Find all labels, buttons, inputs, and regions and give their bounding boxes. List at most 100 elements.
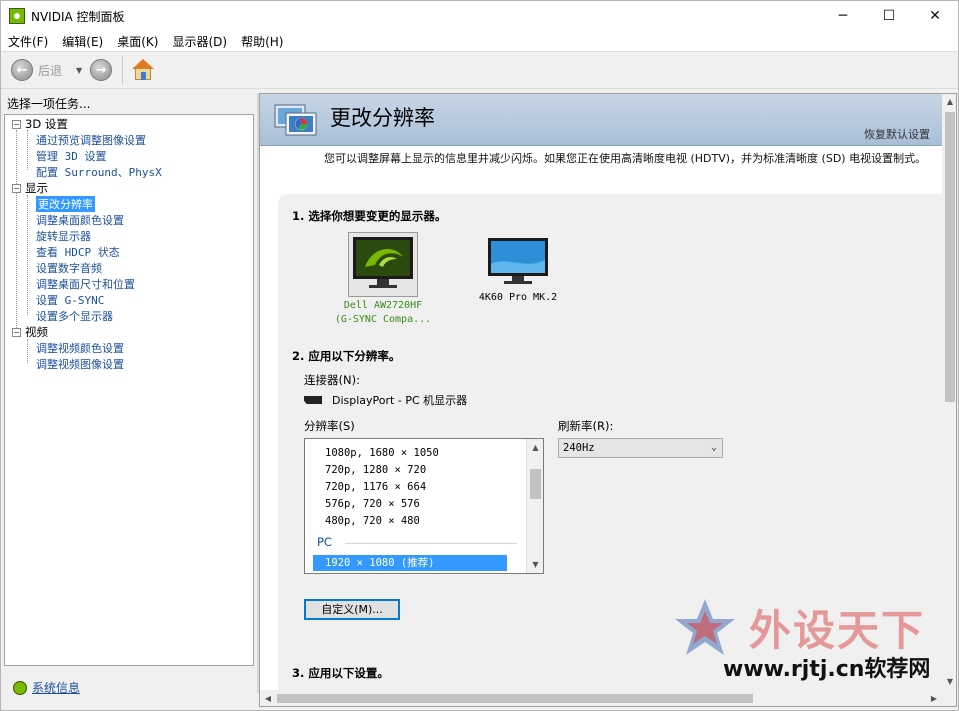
arrow-left-icon: ←	[11, 59, 33, 81]
minimize-button[interactable]: ─	[820, 1, 866, 31]
collapse-icon[interactable]: −	[12, 119, 21, 129]
monitor-selection-frame	[348, 232, 418, 297]
category-label: 3D 设置	[25, 117, 68, 131]
tree-item[interactable]: 调整桌面颜色设置	[36, 212, 124, 228]
menu-display[interactable]: 显示器(D)	[165, 33, 234, 50]
scroll-up-icon[interactable]: ▲	[527, 439, 543, 456]
collapse-icon[interactable]: −	[12, 327, 21, 337]
toolbar-separator	[122, 56, 124, 84]
tree-item-label[interactable]: 通过预览调整图像设置	[36, 132, 146, 148]
menu-help[interactable]: 帮助(H)	[234, 33, 290, 50]
restore-defaults-link[interactable]: 恢复默认设置	[864, 126, 930, 142]
tree-item-label[interactable]: 调整视频图像设置	[36, 356, 124, 372]
scroll-down-icon[interactable]: ▼	[942, 674, 956, 690]
system-info-icon	[13, 680, 27, 695]
resolution-option[interactable]: 1080p, 1680 × 1050	[325, 447, 439, 459]
monitor-caption: Dell AW2720HF	[343, 300, 423, 311]
back-button[interactable]: ← 后退	[11, 59, 62, 81]
tree-item[interactable]: 设置数字音频	[36, 260, 102, 276]
resolution-option[interactable]: 480p, 720 × 480	[325, 515, 420, 527]
tree-item[interactable]: 调整视频颜色设置	[36, 340, 124, 356]
page-title: 更改分辨率	[330, 106, 435, 130]
collapse-icon[interactable]: −	[12, 183, 21, 193]
refresh-rate-label: 刷新率(R):	[558, 419, 614, 433]
resolution-option-selected[interactable]: 1920 × 1080 (推荐)	[313, 555, 507, 571]
toolbar: ← 后退 ▼ →	[1, 51, 958, 89]
monitor-caption: 4K60 Pro MK.2	[478, 292, 558, 303]
tree-item[interactable]: 调整桌面尺寸和位置	[36, 276, 135, 292]
tree-item-label[interactable]: 更改分辨率	[36, 196, 95, 212]
monitor-4k60[interactable]: 4K60 Pro MK.2	[470, 236, 566, 303]
tree-item-label[interactable]: 设置 G-SYNC	[36, 292, 104, 308]
connector-value: DisplayPort - PC 机显示器	[304, 392, 467, 408]
menu-file[interactable]: 文件(F)	[1, 33, 55, 50]
scroll-down-icon[interactable]: ▼	[527, 556, 543, 573]
tree-item-label[interactable]: 调整桌面颜色设置	[36, 212, 124, 228]
chevron-down-icon: ⌄	[710, 442, 717, 453]
tree-category-video[interactable]: − 视频	[5, 324, 48, 340]
resolution-option[interactable]: 576p, 720 × 576	[325, 498, 420, 510]
home-icon[interactable]	[131, 58, 155, 82]
tree-item[interactable]: 调整视频图像设置	[36, 356, 124, 372]
customize-button[interactable]: 自定义(M)...	[304, 599, 400, 620]
page-vertical-scrollbar[interactable]: ▲ ▼	[942, 94, 956, 690]
menu-edit[interactable]: 编辑(E)	[55, 33, 110, 50]
refresh-rate-value: 240Hz	[563, 442, 595, 454]
scroll-thumb[interactable]	[530, 469, 541, 499]
tree-item[interactable]: 旋转显示器	[36, 228, 91, 244]
tree-item-label[interactable]: 查看 HDCP 状态	[36, 244, 120, 260]
window-title: NVIDIA 控制面板	[31, 9, 125, 24]
main-content: 更改分辨率 恢复默认设置 您可以调整屏幕上显示的信息里并减少闪烁。如果您正在使用…	[259, 93, 957, 707]
page-horizontal-scrollbar[interactable]: ◀ ▶	[260, 690, 956, 706]
task-heading: 选择一项任务...	[7, 97, 91, 111]
displayport-icon	[304, 396, 322, 404]
tree-item-label[interactable]: 调整桌面尺寸和位置	[36, 276, 135, 292]
tree-item[interactable]: 设置 G-SYNC	[36, 292, 104, 308]
scroll-right-icon[interactable]: ▶	[926, 690, 942, 706]
back-label: 后退	[38, 63, 63, 78]
tree-item[interactable]: 通过预览调整图像设置	[36, 132, 146, 148]
refresh-rate-select[interactable]: 240Hz ⌄	[558, 438, 723, 458]
resolution-option[interactable]: 720p, 1280 × 720	[325, 464, 426, 476]
arrow-right-icon[interactable]: →	[90, 59, 113, 81]
section-select-display: 1. 选择你想要变更的显示器。	[292, 209, 447, 223]
close-button[interactable]: ✕	[912, 1, 958, 31]
scroll-left-icon[interactable]: ◀	[260, 690, 276, 706]
connector-label: 连接器(N):	[304, 373, 360, 387]
maximize-button[interactable]: ☐	[866, 1, 912, 31]
tree-category-display[interactable]: − 显示	[5, 180, 48, 196]
tree-item[interactable]: 查看 HDCP 状态	[36, 244, 120, 260]
tree-item-label[interactable]: 设置数字音频	[36, 260, 102, 276]
task-tree: − 3D 设置 通过预览调整图像设置 管理 3D 设置 配置 Surround、…	[4, 114, 254, 666]
tree-item[interactable]: 配置 Surround、PhysX	[36, 164, 162, 180]
scroll-thumb[interactable]	[277, 694, 753, 703]
display-resolution-icon	[274, 104, 317, 136]
tree-item-label[interactable]: 调整视频颜色设置	[36, 340, 124, 356]
resolution-list[interactable]: 1080p, 1680 × 1050 720p, 1280 × 720 720p…	[304, 438, 544, 574]
monitor-dell[interactable]: Dell AW2720HF (G-SYNC Compa...	[330, 232, 436, 325]
resolution-group-pc: PC	[317, 535, 332, 549]
system-info[interactable]: 系统信息	[13, 679, 80, 696]
tree-item-label[interactable]: 配置 Surround、PhysX	[36, 164, 162, 180]
connector-text: DisplayPort - PC 机显示器	[332, 394, 468, 407]
section-apply-settings: 3. 应用以下设置。	[292, 666, 389, 680]
settings-panel: 1. 选择你想要变更的显示器。 Dell AW2720HF (G-SYNC Co…	[278, 194, 942, 706]
tree-category-3d[interactable]: − 3D 设置	[5, 116, 68, 132]
tree-item-label[interactable]: 管理 3D 设置	[36, 148, 107, 164]
section-apply-resolution: 2. 应用以下分辨率。	[292, 349, 401, 363]
tree-item-label[interactable]: 设置多个显示器	[36, 308, 113, 324]
category-label: 视频	[25, 325, 48, 339]
tree-item-selected[interactable]: 更改分辨率	[36, 196, 95, 212]
scroll-thumb[interactable]	[945, 112, 955, 402]
category-label: 显示	[25, 181, 48, 195]
scroll-up-icon[interactable]: ▲	[942, 94, 956, 110]
resolution-list-scrollbar[interactable]: ▲ ▼	[526, 439, 543, 573]
menu-desktop[interactable]: 桌面(K)	[110, 33, 165, 50]
history-dropdown-icon[interactable]: ▼	[76, 66, 82, 75]
tree-item[interactable]: 管理 3D 设置	[36, 148, 107, 164]
tree-item-label[interactable]: 旋转显示器	[36, 228, 91, 244]
page-description: 您可以调整屏幕上显示的信息里并减少闪烁。如果您正在使用高清晰度电视 (HDTV)…	[324, 152, 927, 165]
resolution-option[interactable]: 720p, 1176 × 664	[325, 481, 426, 493]
system-info-link[interactable]: 系统信息	[32, 679, 80, 696]
tree-item[interactable]: 设置多个显示器	[36, 308, 113, 324]
